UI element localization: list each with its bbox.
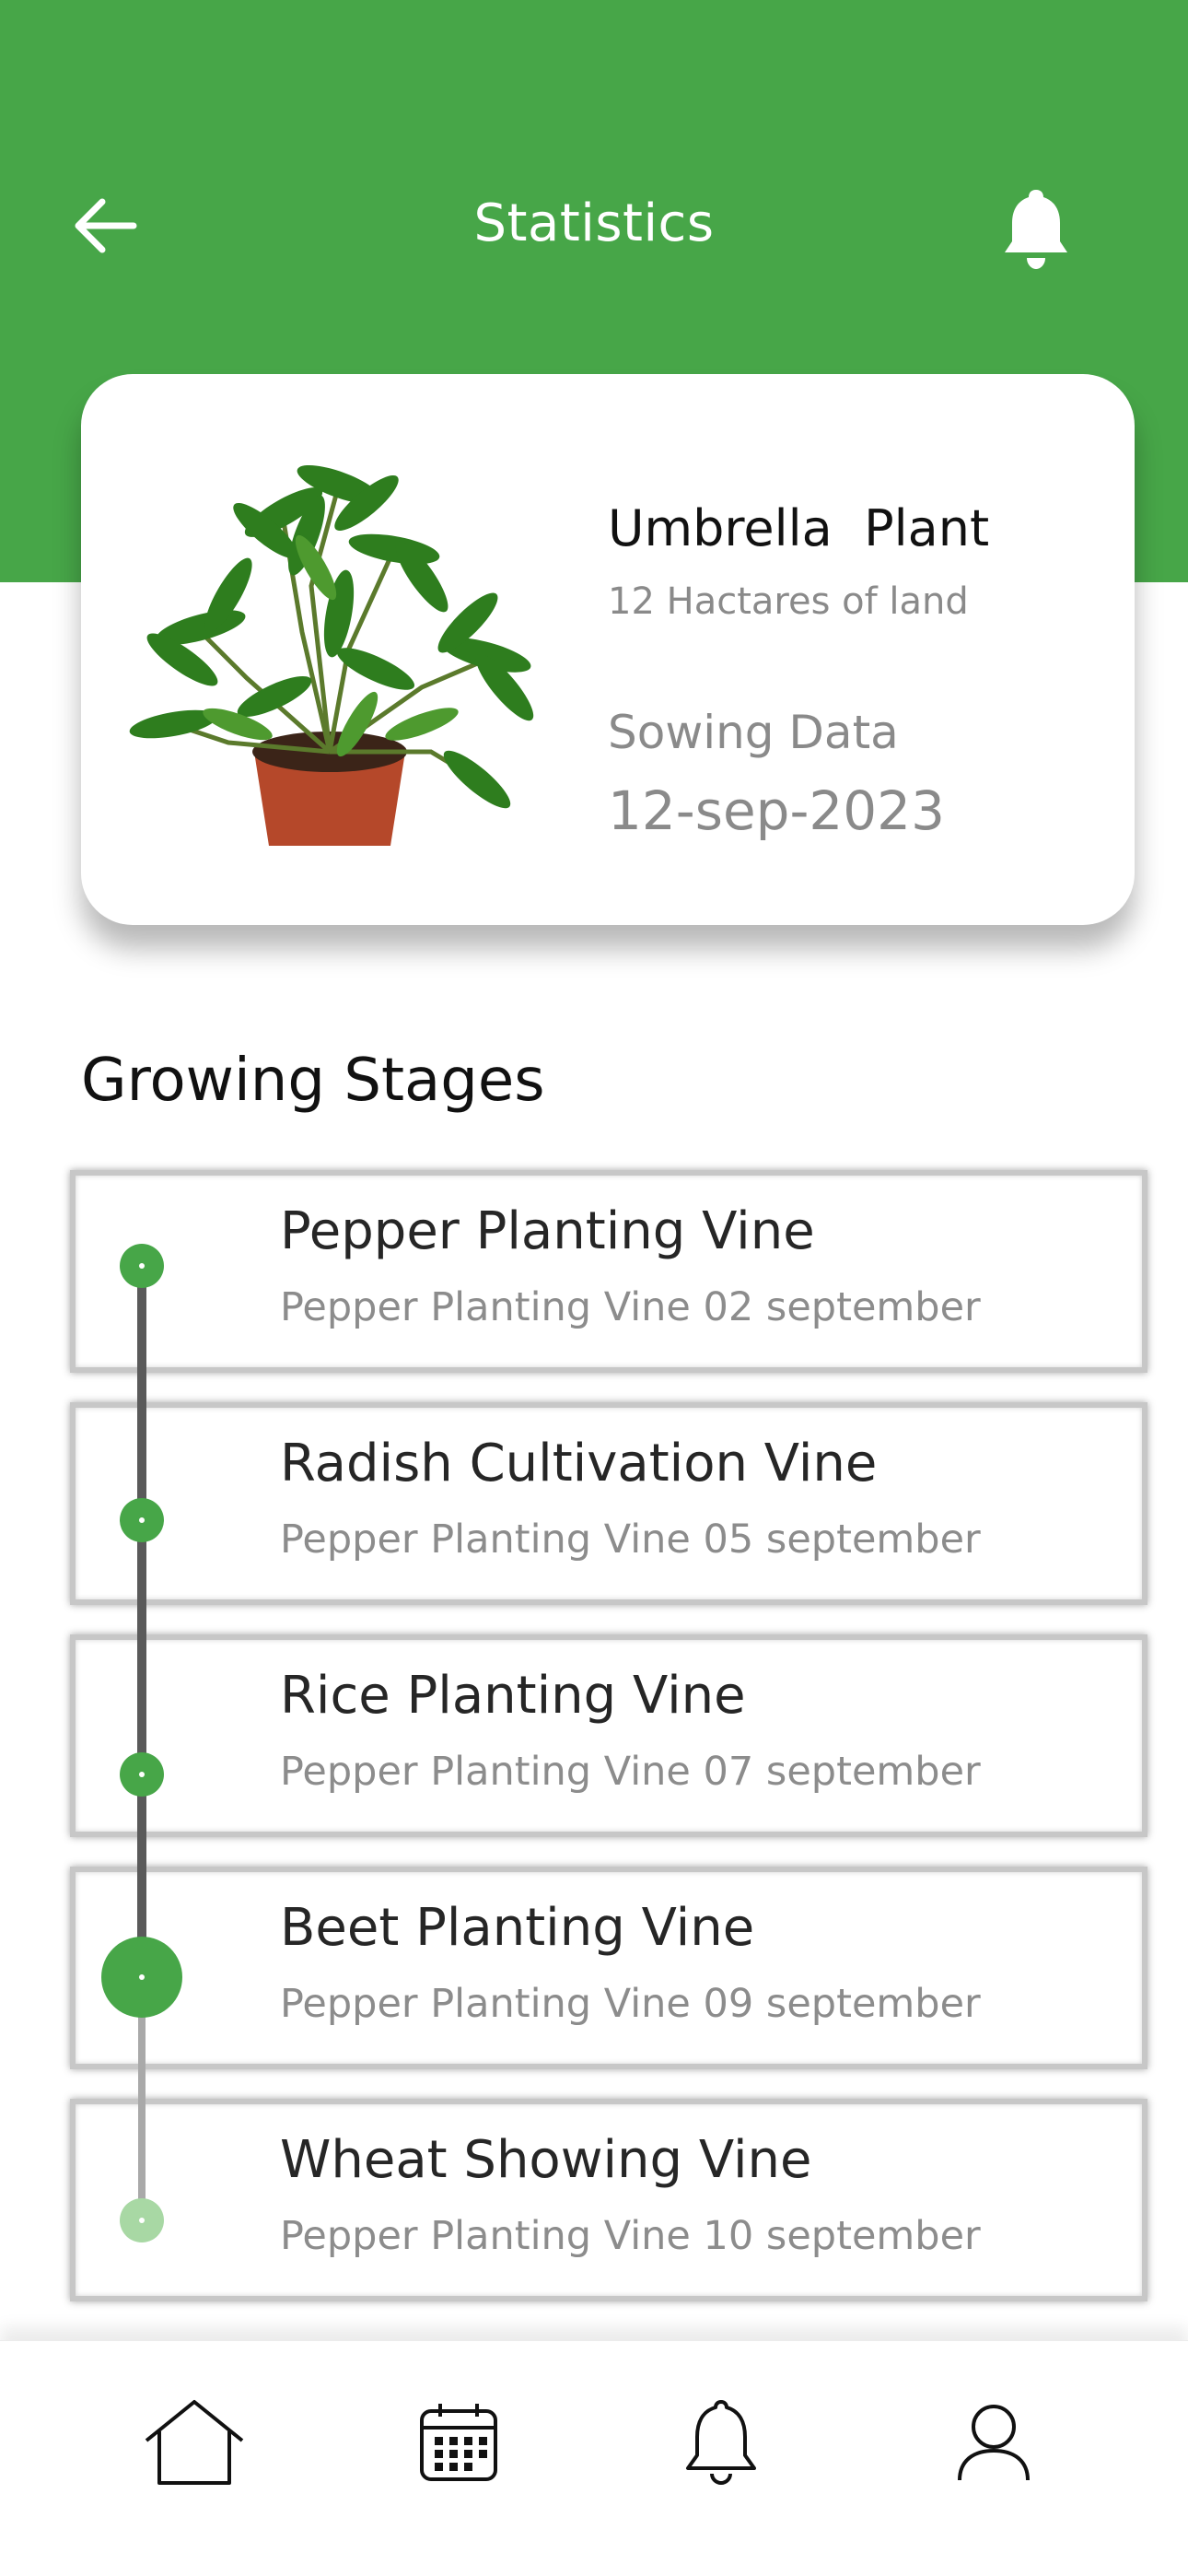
stage-card[interactable]: Rice Planting Vine Pepper Planting Vine … <box>70 1634 1147 1837</box>
user-icon <box>958 2405 1030 2481</box>
plant-name: Umbrella Plant <box>608 499 990 557</box>
growing-stages-title: Growing Stages <box>81 1047 545 1115</box>
stage-card[interactable]: Beet Planting Vine Pepper Planting Vine … <box>70 1867 1147 2069</box>
calendar-icon <box>420 2404 497 2481</box>
stage-subtitle: Pepper Planting Vine 10 september <box>280 2213 981 2259</box>
home-icon <box>145 2400 244 2485</box>
stage-subtitle: Pepper Planting Vine 09 september <box>280 1981 981 2027</box>
stage-card[interactable]: Wheat Showing Vine Pepper Planting Vine … <box>70 2099 1147 2301</box>
stage-subtitle: Pepper Planting Vine 05 september <box>280 1516 981 1563</box>
plant-info-card: Umbrella Plant 12 Hactares of land Sowin… <box>81 374 1135 925</box>
stage-subtitle: Pepper Planting Vine 02 september <box>280 1284 981 1330</box>
nav-home[interactable] <box>130 2378 259 2507</box>
bell-icon <box>686 2400 756 2486</box>
nav-profile[interactable] <box>929 2378 1058 2507</box>
plant-land-area: 12 Hactares of land <box>608 580 969 623</box>
stage-title: Pepper Planting Vine <box>280 1201 815 1261</box>
nav-calendar[interactable] <box>394 2378 523 2507</box>
bell-icon <box>1005 190 1067 269</box>
stage-title: Wheat Showing Vine <box>280 2130 812 2190</box>
stage-title: Radish Cultivation Vine <box>280 1434 878 1493</box>
stage-title: Beet Planting Vine <box>280 1898 755 1958</box>
notification-button[interactable] <box>995 182 1077 275</box>
sowing-date-value: 12-sep-2023 <box>608 779 945 842</box>
stage-subtitle: Pepper Planting Vine 07 september <box>280 1749 981 1795</box>
nav-notifications[interactable] <box>657 2378 786 2507</box>
stage-card[interactable]: Pepper Planting Vine Pepper Planting Vin… <box>70 1170 1147 1373</box>
bottom-navigation <box>0 2340 1188 2576</box>
stage-title: Rice Planting Vine <box>280 1666 746 1726</box>
stage-card[interactable]: Radish Cultivation Vine Pepper Planting … <box>70 1402 1147 1605</box>
sowing-date-label: Sowing Data <box>608 706 899 759</box>
umbrella-plant-image <box>129 464 534 846</box>
